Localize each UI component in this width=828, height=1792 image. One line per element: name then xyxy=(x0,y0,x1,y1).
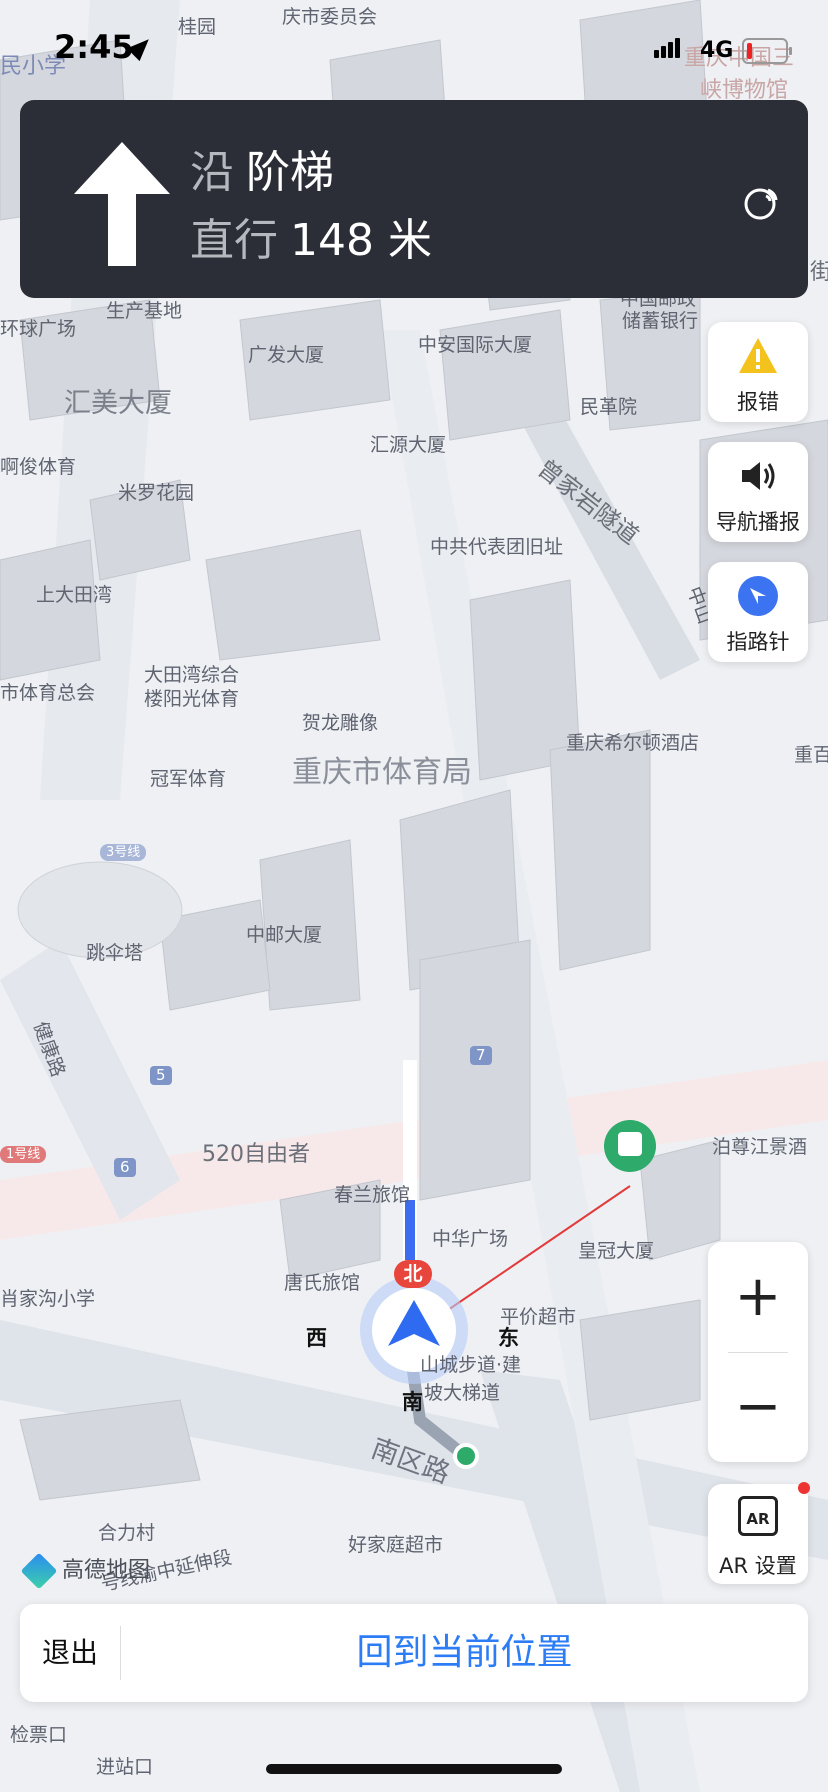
map-label: 7 xyxy=(470,1046,492,1065)
map-label: 环球广场 xyxy=(0,318,77,340)
map-label: 3号线 xyxy=(100,844,147,861)
action-text: 直行 xyxy=(190,215,278,266)
map-label: 啊俊体育 xyxy=(0,456,77,478)
compass-button[interactable]: 指路针 xyxy=(708,562,808,662)
map-label: 唐氏旅馆 xyxy=(284,1272,361,1294)
map-label: 民革院 xyxy=(580,396,638,418)
notification-dot xyxy=(798,1482,810,1494)
road-name: 阶梯 xyxy=(246,147,334,198)
zoom-in-button[interactable]: + xyxy=(708,1242,808,1352)
compass-south-label: 南 xyxy=(402,1390,423,1414)
map-label: 汇美大厦 xyxy=(64,388,172,419)
map-label: 检票口 xyxy=(10,1724,68,1746)
brand-logo: 高德地图 xyxy=(20,1552,151,1590)
map-label: 5 xyxy=(150,1066,172,1085)
status-time: 2:45 xyxy=(54,28,134,66)
map-label: 进站口 xyxy=(96,1756,154,1778)
map-label: 储蓄银行 xyxy=(622,310,699,332)
map-label: 米罗花园 xyxy=(118,482,195,504)
ar-settings-label: AR 设置 xyxy=(719,1554,797,1578)
map-label: 520自由者 xyxy=(202,1142,310,1167)
map-label: 好家庭超市 xyxy=(348,1534,444,1556)
map-label: 合力村 xyxy=(98,1522,156,1544)
map-label: 汇源大厦 xyxy=(370,434,447,456)
brand-name: 高德地图 xyxy=(62,1558,151,1583)
bottom-action-bar: 退出 回到当前位置 xyxy=(20,1604,808,1702)
ar-settings-button[interactable]: AR AR 设置 xyxy=(708,1482,810,1584)
map-label: 泊尊江景酒 xyxy=(712,1136,808,1158)
map-label: 坡大梯道 xyxy=(424,1382,501,1404)
instruction-road: 沿阶梯 xyxy=(190,136,334,200)
return-to-current-location-button[interactable]: 回到当前位置 xyxy=(121,1604,808,1702)
compass-east-label: 东 xyxy=(498,1326,519,1350)
along-prefix: 沿 xyxy=(190,147,234,198)
map-label: 中邮大厦 xyxy=(246,924,323,946)
map-label: 重庆希尔顿酒店 xyxy=(566,732,700,754)
map-label: 大田湾综合 xyxy=(144,664,240,686)
status-bar: 2:45 4G xyxy=(0,0,828,100)
map-label: 冠军体育 xyxy=(150,768,227,790)
cellular-signal-icon xyxy=(654,38,682,58)
report-error-button[interactable]: 报错 xyxy=(708,322,808,422)
map-label: 广发大厦 xyxy=(248,344,325,366)
compass-label: 指路针 xyxy=(726,630,790,654)
speaker-icon xyxy=(742,462,775,490)
home-indicator[interactable] xyxy=(266,1764,562,1774)
map-label: 市体育总会 xyxy=(0,682,96,704)
straight-arrow-icon xyxy=(74,142,170,266)
compass-west-label: 西 xyxy=(306,1326,327,1350)
distance-text: 148 米 xyxy=(290,215,432,266)
map-label: 中华广场 xyxy=(432,1228,509,1250)
map-label: 生产基地 xyxy=(106,300,183,322)
map-label: 1号线 xyxy=(0,1146,47,1163)
map-label: 春兰旅馆 xyxy=(334,1184,411,1206)
compass-icon xyxy=(738,576,778,616)
map-label: 山城步道·建 xyxy=(420,1354,522,1376)
map-label: 中安国际大厦 xyxy=(418,334,533,356)
map-label: 皇冠大厦 xyxy=(578,1240,655,1262)
compass-north-label: 北 xyxy=(394,1260,432,1288)
instruction-distance: 直行 148 米 xyxy=(190,204,432,268)
report-error-label: 报错 xyxy=(737,390,779,414)
zoom-control: + − xyxy=(708,1242,808,1462)
map-label: 6 xyxy=(114,1158,136,1177)
map-label: 楼阳光体育 xyxy=(144,688,240,710)
warning-icon xyxy=(739,338,777,373)
zoom-out-button[interactable]: − xyxy=(708,1352,808,1462)
map-label: 上大田湾 xyxy=(36,584,113,606)
map-label: 街 xyxy=(810,260,828,285)
map-label: 重百 xyxy=(794,744,828,766)
map-label: 贺龙雕像 xyxy=(302,712,379,734)
map-label: 重庆市体育局 xyxy=(292,755,472,790)
voice-broadcast-button[interactable]: 导航播报 xyxy=(708,442,808,542)
ar-icon: AR xyxy=(738,1496,778,1536)
map-label: 肖家沟小学 xyxy=(0,1288,96,1310)
amap-logo-icon xyxy=(20,1552,58,1590)
voice-broadcast-icon[interactable] xyxy=(742,182,782,222)
map-label: 跳伞塔 xyxy=(86,942,144,964)
navigation-instruction-card[interactable]: 沿阶梯 直行 148 米 xyxy=(20,100,808,298)
exit-button[interactable]: 退出 xyxy=(20,1604,120,1702)
map-label: 中共代表团旧址 xyxy=(430,536,564,558)
network-type: 4G xyxy=(700,38,734,63)
battery-icon xyxy=(742,38,792,64)
voice-broadcast-label: 导航播报 xyxy=(716,510,800,534)
